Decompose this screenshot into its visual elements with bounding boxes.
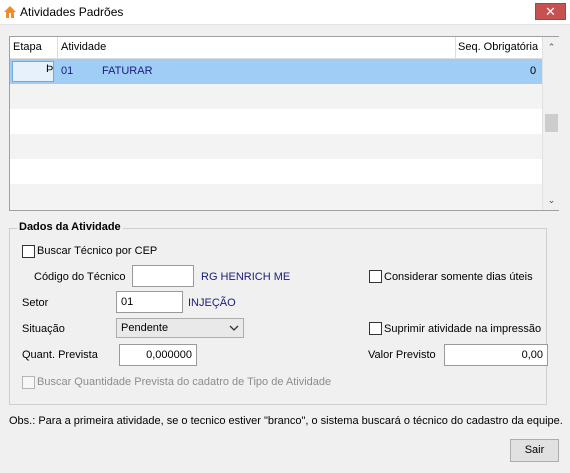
activities-grid[interactable]: Etapa Atividade Seq. Obrigatória Þ 01 FA… <box>9 36 559 211</box>
situacao-value: Pendente <box>121 322 169 334</box>
situacao-select[interactable]: Pendente <box>116 318 244 338</box>
obs-text: Obs.: Para a primeira atividade, se o te… <box>9 415 563 427</box>
codigo-tecnico-label: Código do Técnico <box>34 271 126 283</box>
considerar-dias-uteis-checkbox[interactable] <box>369 270 382 283</box>
close-button[interactable]: ✕ <box>535 3 566 20</box>
buscar-quantidade-checkbox <box>22 376 35 389</box>
buscar-quantidade-label: Buscar Quantidade Prevista do cadatro de… <box>37 376 332 388</box>
app-home-icon <box>4 6 16 18</box>
group-title: Dados da Atividade <box>17 221 123 233</box>
considerar-dias-uteis-label[interactable]: Considerar somente dias úteis <box>384 271 533 283</box>
chevron-down-icon <box>229 325 239 331</box>
table-row-empty <box>10 134 542 159</box>
column-divider <box>57 37 58 59</box>
setor-input[interactable]: 01 <box>116 291 183 313</box>
atividade-code: 01 <box>61 65 74 77</box>
close-icon: ✕ <box>545 4 556 19</box>
quant-prevista-label: Quant. Prevista <box>22 349 98 361</box>
column-divider <box>455 37 456 59</box>
suprimir-atividade-label[interactable]: Suprimir atividade na impressão <box>384 323 541 335</box>
scroll-up-icon[interactable]: ⌃ <box>543 39 560 55</box>
tecnico-nome: RG HENRICH ME <box>201 271 291 283</box>
codigo-tecnico-input[interactable] <box>132 265 194 287</box>
buscar-tecnico-cep-checkbox[interactable] <box>22 245 35 258</box>
table-row-empty <box>10 159 542 184</box>
column-header-seq-obrigatoria[interactable]: Seq. Obrigatória <box>458 41 538 53</box>
seq-obrigatoria-value: 0 <box>530 65 537 77</box>
grid-header: Etapa Atividade Seq. Obrigatória <box>10 37 542 59</box>
table-row-empty <box>10 184 542 210</box>
buscar-tecnico-cep-label[interactable]: Buscar Técnico por CEP <box>37 245 157 257</box>
setor-label: Setor <box>22 297 49 309</box>
window-title: Atividades Padrões <box>20 5 124 19</box>
scroll-thumb[interactable] <box>545 114 558 132</box>
atividade-name: FATURAR <box>102 65 153 77</box>
situacao-label: Situação <box>22 323 65 335</box>
valor-previsto-input[interactable]: 0,00 <box>444 344 548 366</box>
table-row-empty <box>10 109 542 134</box>
column-header-etapa[interactable]: Etapa <box>13 41 42 53</box>
table-row-empty <box>10 84 542 109</box>
suprimir-atividade-checkbox[interactable] <box>369 322 382 335</box>
title-bar: Atividades Padrões ✕ <box>0 0 570 25</box>
text-cursor: Þ <box>46 63 54 75</box>
vertical-scrollbar[interactable]: ⌃ ⌄ <box>542 37 559 210</box>
table-row[interactable]: Þ 01 FATURAR 0 <box>10 59 542 84</box>
setor-nome: INJEÇÃO <box>188 297 236 309</box>
quant-prevista-input[interactable]: 0,000000 <box>119 344 197 366</box>
valor-previsto-label: Valor Previsto <box>368 349 436 361</box>
sair-button[interactable]: Sair <box>510 439 559 462</box>
scroll-down-icon[interactable]: ⌄ <box>543 192 560 208</box>
etapa-edit-cell[interactable]: Þ <box>12 61 54 82</box>
column-header-atividade[interactable]: Atividade <box>61 41 106 53</box>
